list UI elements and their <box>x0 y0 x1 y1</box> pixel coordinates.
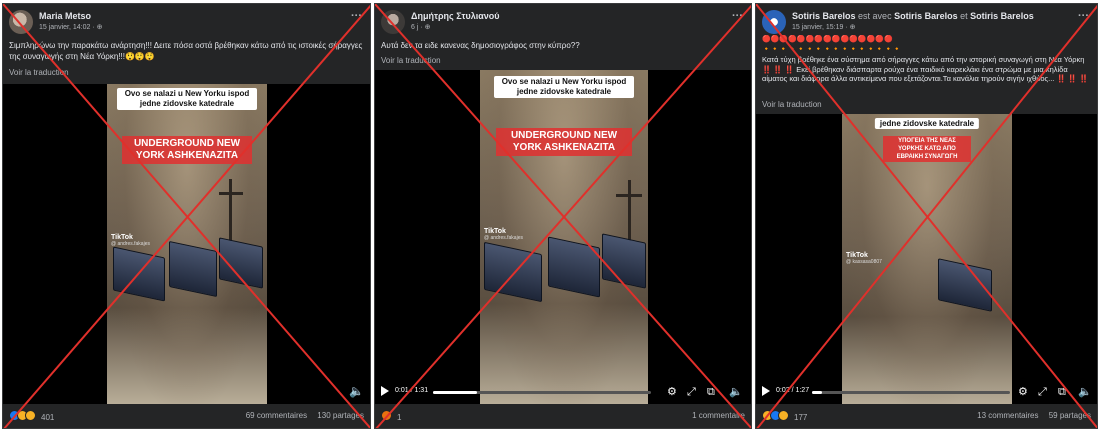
reaction-count[interactable]: 1 <box>397 413 401 422</box>
reaction-count[interactable]: 401 <box>41 413 54 422</box>
see-translation-link[interactable]: Voir la traduction <box>762 100 822 109</box>
video-caption-white: Ovo se nalazi u New Yorku ispod jedne zi… <box>117 88 257 110</box>
video-time: 0:02 / 1:27 <box>776 387 810 394</box>
tiktok-watermark: TikTok @ andres.fakajes <box>111 234 150 247</box>
tiktok-watermark: TikTok @ kassasa0807 <box>846 252 882 265</box>
post-text: Κατά τύχη βρέθηκε ένα σύστημα από σήραγγ… <box>762 55 1089 83</box>
video-caption-red: UNDERGROUND NEW YORK ASHKENAZITA <box>122 136 252 164</box>
tomb <box>938 258 992 312</box>
settings-gear-icon[interactable]: ⚙ <box>667 385 677 399</box>
video-time: 0:01 / 1:31 <box>395 387 429 394</box>
avatar[interactable] <box>9 10 33 34</box>
post-text: Σιμπληρώνω την παρακάτω ανάρτηση!!! Δειτ… <box>9 41 363 61</box>
tagged-person[interactable]: Sotiris Barelos <box>970 11 1034 21</box>
angry-reaction-icon <box>381 410 392 421</box>
post-footer: 177 13 commentaires 59 partages <box>762 408 1091 424</box>
tomb <box>113 246 165 302</box>
fullscreen-icon[interactable]: ⤢ <box>687 385 696 399</box>
volume-icon[interactable]: 🔈 <box>349 384 364 398</box>
video-controls: 0:02 / 1:27 ⚙ ⤢ ⧉ 🔈 <box>756 382 1097 404</box>
more-options-icon[interactable]: ··· <box>351 10 362 22</box>
tiktok-logo-text: TikTok <box>111 234 133 241</box>
emoji-line: 🔸🔸🔸🔸🔸🔸🔸🔸🔸🔸🔸🔸🔸🔸🔸🔸 <box>762 46 902 53</box>
video-frame[interactable]: Ovo se nalazi u New Yorku ispod jedne zi… <box>480 70 648 404</box>
tiktok-username: @ andres.fakajes <box>111 241 150 247</box>
post-date[interactable]: 15 janvier, 15:19 · ⊕ <box>792 23 855 31</box>
wall-cross-bar <box>616 194 642 197</box>
video-caption-white: Ovo se nalazi u New Yorku ispod jedne zi… <box>494 76 634 98</box>
video-player[interactable]: Ovo se nalazi u New Yorku ispod jedne zi… <box>3 84 370 404</box>
video-progress-fill <box>812 391 822 394</box>
emoji-line: 🔴🔴🔴🔴🔴🔴🔴🔴🔴🔴🔴🔴🔴🔴🔴 <box>762 36 893 43</box>
shares-count[interactable]: 59 partages <box>1049 411 1091 420</box>
post-header: Δημήτρης Στυλιανού 6 j · ⊕ ··· <box>381 10 745 36</box>
play-icon[interactable] <box>762 386 770 396</box>
more-options-icon[interactable]: ··· <box>1078 10 1089 22</box>
tagged-person[interactable]: Sotiris Barelos <box>894 11 958 21</box>
post-card: Maria Metso 15 janvier, 14:02 · ⊕ ··· Σι… <box>2 3 371 429</box>
post-text: Αυτά δεν τα ειδε κανενας δημοσιογράφος σ… <box>381 41 580 50</box>
tiktok-username: @ kassasa0807 <box>846 259 882 265</box>
video-player[interactable]: Ovo se nalazi u New Yorku ispod jedne zi… <box>375 70 751 404</box>
comments-count[interactable]: 1 commentaire <box>692 411 745 420</box>
picture-in-picture-icon[interactable]: ⧉ <box>1058 385 1066 399</box>
wall-cross <box>229 179 232 244</box>
post-footer: 1 1 commentaire <box>381 408 745 424</box>
comments-count[interactable]: 69 commentaires <box>246 411 307 420</box>
shares-count[interactable]: 130 partages <box>317 411 364 420</box>
post-card: Δημήτρης Στυλιανού 6 j · ⊕ ··· Αυτά δεν … <box>374 3 752 429</box>
avatar[interactable] <box>381 10 405 34</box>
tiktok-logo-text: TikTok <box>484 228 506 235</box>
post-stats: 13 commentaires 59 partages <box>969 411 1091 420</box>
post-stats: 69 commentaires 130 partages <box>238 411 364 420</box>
avatar[interactable] <box>762 10 786 34</box>
post-date[interactable]: 15 janvier, 14:02 · ⊕ <box>39 23 102 31</box>
video-frame[interactable]: Ovo se nalazi u New Yorku ispod jedne zi… <box>107 84 267 404</box>
sad-reaction-icon <box>25 410 36 421</box>
video-progress-fill <box>433 391 477 394</box>
volume-icon[interactable]: 🔈 <box>729 385 743 399</box>
tiktok-logo-text: TikTok <box>846 252 868 259</box>
tiktok-watermark: TikTok @ andres.fakajes <box>484 228 523 241</box>
and-text: et <box>960 11 968 21</box>
video-caption-white: jedne zidovske katedrale <box>874 118 980 129</box>
post-header: Maria Metso 15 janvier, 14:02 · ⊕ ··· <box>9 10 364 36</box>
picture-in-picture-icon[interactable]: ⧉ <box>707 385 715 399</box>
tomb <box>548 236 600 298</box>
settings-gear-icon[interactable]: ⚙ <box>1018 385 1028 399</box>
video-controls: 0:01 / 1:31 ⚙ ⤢ ⧉ 🔈 <box>375 382 751 404</box>
sad-reaction-icon <box>778 410 789 421</box>
more-options-icon[interactable]: ··· <box>732 10 743 22</box>
post-footer: 401 69 commentaires 130 partages <box>9 408 364 424</box>
play-icon[interactable] <box>381 386 389 396</box>
comments-count[interactable]: 13 commentaires <box>977 411 1038 420</box>
see-translation-link[interactable]: Voir la traduction <box>9 68 69 77</box>
tomb <box>219 237 263 289</box>
author-name[interactable]: Δημήτρης Στυλιανού <box>411 11 500 21</box>
with-text: est avec <box>858 11 892 21</box>
post-card: Sotiris Barelos est avec Sotiris Barelos… <box>755 3 1098 429</box>
video-player[interactable]: jedne zidovske katedrale ΥΠΟΓΕΙΑ ΤΗΣ ΝΕΑ… <box>756 114 1097 404</box>
video-caption-red: UNDERGROUND NEW YORK ASHKENAZITA <box>496 128 632 156</box>
reaction-count[interactable]: 177 <box>794 413 807 422</box>
tomb <box>484 241 542 303</box>
tomb <box>169 240 217 298</box>
tiktok-username: @ andres.fakajes <box>484 235 523 241</box>
video-progress-bar[interactable] <box>433 391 651 394</box>
volume-icon[interactable]: 🔈 <box>1078 385 1092 399</box>
post-stats: 1 commentaire <box>684 411 745 420</box>
video-frame[interactable]: jedne zidovske katedrale ΥΠΟΓΕΙΑ ΤΗΣ ΝΕΑ… <box>842 114 1012 404</box>
post-header: Sotiris Barelos est avec Sotiris Barelos… <box>762 10 1091 36</box>
author-name[interactable]: Maria Metso <box>39 11 91 21</box>
see-translation-link[interactable]: Voir la traduction <box>381 56 441 65</box>
tomb <box>602 233 646 289</box>
video-caption-red: ΥΠΟΓΕΙΑ ΤΗΣ ΝΕΑΣ ΥΟΡΚΗΣ ΚΑΤΩ ΑΠΟ ΕΒΡΑΙΚΗ… <box>883 136 971 162</box>
author-name[interactable]: Sotiris Barelos <box>792 11 856 21</box>
author-line: Sotiris Barelos est avec Sotiris Barelos… <box>792 11 1034 21</box>
post-date[interactable]: 6 j · ⊕ <box>411 23 430 31</box>
fullscreen-icon[interactable]: ⤢ <box>1038 385 1047 399</box>
wall-cross-bar <box>219 192 243 195</box>
video-progress-bar[interactable] <box>812 391 1010 394</box>
